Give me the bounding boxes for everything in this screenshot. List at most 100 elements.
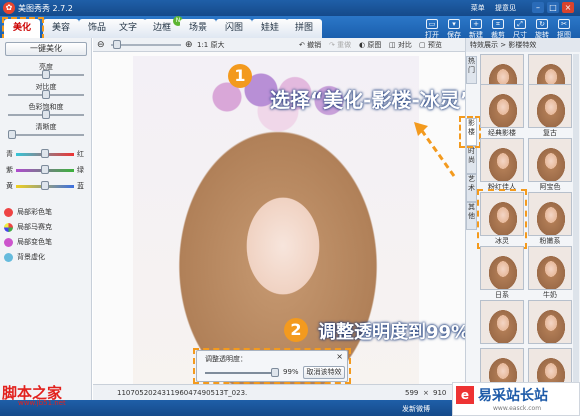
save-button[interactable]: ▾ 保存	[444, 19, 464, 39]
watermark-easck: e 易采站长站 www.easck.com	[452, 382, 580, 416]
preview-button[interactable]: ▢ 预览	[419, 40, 442, 50]
tab-label: 饰品	[87, 23, 106, 33]
effect-label: 阿宝色	[539, 183, 561, 191]
yellow-label: 黄	[6, 182, 13, 190]
slider-knob[interactable]	[42, 110, 50, 119]
effect-label: 日系	[495, 291, 509, 299]
effect-thumb-pink[interactable]	[480, 138, 524, 182]
cutout-button[interactable]: ✂ 抠图	[554, 19, 574, 39]
compare-button[interactable]: ◫ 对比	[389, 40, 412, 50]
feedback-link[interactable]: 提意见	[495, 4, 516, 12]
slider-knob[interactable]	[41, 149, 49, 158]
mosaic-icon	[4, 222, 13, 232]
magenta-green-slider[interactable]	[16, 165, 74, 174]
effect-thumb-abao[interactable]	[528, 138, 572, 182]
resize-button[interactable]: ⤢ 尺寸	[510, 19, 530, 39]
redo-button[interactable]: ↷ 重做	[329, 40, 351, 50]
zoom-in-icon[interactable]: ⊕	[185, 40, 193, 50]
original-label: 原图	[367, 41, 382, 49]
tab-flash[interactable]: 闪图	[216, 19, 252, 38]
rotate-button[interactable]: ↻ 旋转	[532, 19, 552, 39]
highlight-beautify-tab	[2, 17, 44, 40]
slider-knob[interactable]	[41, 181, 49, 190]
maximize-icon[interactable]: □	[547, 2, 559, 13]
left-panel: 一键美化 亮度 对比度 色彩饱和度 清晰度 青 红 紫 绿 黄 蓝 局部彩色笔 …	[0, 38, 92, 416]
effects-panel: 特效展示 > 影楼特效 热门 影楼 时尚 艺术 其他 经典影楼 复古 粉红佳人 …	[459, 38, 580, 400]
status-bar: 110705202431196047490513T_023. 599 × 910	[93, 384, 465, 400]
zoom-actual-size[interactable]: 1:1 原大	[197, 40, 225, 50]
effect-thumb-milk[interactable]	[528, 246, 572, 290]
brush-label: 局部变色笔	[17, 238, 52, 246]
tab-beauty[interactable]: 美容	[43, 19, 79, 38]
tab-other[interactable]: 其他	[466, 202, 477, 230]
file-name: 110705202431196047490513T_023.	[117, 389, 248, 397]
original-button[interactable]: ◐ 原图	[359, 40, 381, 50]
slider-knob[interactable]	[41, 165, 49, 174]
cutout-icon: ✂	[558, 19, 570, 29]
tab-label: 娃娃	[260, 23, 279, 33]
effect-thumb[interactable]	[528, 300, 572, 344]
local-mosaic-brush[interactable]: 局部马赛克	[4, 221, 52, 233]
saturation-slider[interactable]	[8, 110, 84, 119]
slider-knob[interactable]	[113, 40, 121, 49]
effect-label: 粉嫩系	[539, 237, 561, 245]
menu-link[interactable]: 菜单	[471, 4, 485, 12]
zoom-slider[interactable]	[111, 40, 181, 49]
crop-button[interactable]: ⌗ 裁剪	[488, 19, 508, 39]
minimize-icon[interactable]: –	[532, 2, 544, 13]
size-separator: ×	[423, 389, 429, 397]
preview-label: 预览	[427, 41, 442, 49]
effect-thumb-classic[interactable]	[480, 84, 524, 128]
save-icon: ▾	[448, 19, 460, 29]
tab-label: 拼图	[294, 23, 313, 33]
pointer-arrow-icon	[414, 122, 456, 177]
tab-doll[interactable]: 娃娃	[252, 19, 288, 38]
step-one-badge: 1	[228, 64, 252, 88]
app-logo-icon: ✿	[3, 2, 15, 14]
close-icon[interactable]: ×	[562, 2, 574, 13]
effects-scrollbar[interactable]	[573, 54, 579, 394]
effect-thumb[interactable]	[480, 300, 524, 344]
tab-art[interactable]: 艺术	[466, 174, 477, 202]
brightness-slider[interactable]	[8, 70, 84, 79]
local-color-brush[interactable]: 局部彩色笔	[4, 206, 52, 218]
step-two-text: 调整透明度到99%	[318, 322, 470, 343]
slider-knob[interactable]	[42, 90, 50, 99]
green-label: 绿	[77, 166, 84, 174]
effect-thumb-retro[interactable]	[528, 84, 572, 128]
tab-fashion[interactable]: 时尚	[466, 146, 477, 174]
canvas-toolbar: ⊖ ⊕ 1:1 原大 ↶ 撤销 ↷ 重做 ◐ 原图 ◫ 对比 ▢ 预览	[93, 38, 465, 52]
effects-breadcrumb: 特效展示 > 影楼特效	[466, 38, 580, 52]
zoom-out-icon[interactable]: ⊖	[97, 40, 105, 50]
tab-frame[interactable]: 边框 N	[144, 16, 183, 38]
effect-thumb-japanese[interactable]	[480, 246, 524, 290]
sharpness-slider[interactable]	[8, 130, 84, 139]
tab-scene[interactable]: 场景	[180, 19, 216, 38]
tab-hot[interactable]: 热门	[466, 56, 477, 84]
tab-label: 文字	[118, 23, 137, 33]
share-weibo-link[interactable]: 发新微博	[402, 404, 430, 414]
color-brush-icon	[4, 207, 13, 217]
undo-label: 撤销	[307, 41, 322, 49]
contrast-slider[interactable]	[8, 90, 84, 99]
open-button[interactable]: ▭ 打开	[422, 19, 442, 39]
undo-button[interactable]: ↶ 撤销	[299, 40, 321, 50]
cyan-red-slider[interactable]	[16, 149, 74, 158]
slider-knob[interactable]	[42, 70, 50, 79]
highlight-opacity-panel	[193, 348, 351, 384]
one-click-beautify-button[interactable]: 一键美化	[5, 42, 87, 56]
resize-icon: ⤢	[514, 19, 526, 29]
local-recolor-brush[interactable]: 局部变色笔	[4, 236, 52, 248]
redo-label: 重做	[337, 41, 352, 49]
tab-collage[interactable]: 拼图	[286, 19, 322, 38]
new-button[interactable]: + 新建	[466, 19, 486, 39]
slider-knob[interactable]	[8, 130, 16, 139]
step-two-badge: 2	[284, 318, 308, 342]
compare-label: 对比	[397, 41, 412, 49]
effect-thumb-pinky[interactable]	[528, 192, 572, 236]
yellow-blue-slider[interactable]	[16, 181, 74, 190]
background-blur[interactable]: 背景虚化	[4, 251, 45, 263]
brush-label: 局部彩色笔	[17, 208, 52, 216]
easck-logo-icon: e	[456, 386, 474, 404]
tab-text[interactable]: 文字	[110, 19, 146, 38]
